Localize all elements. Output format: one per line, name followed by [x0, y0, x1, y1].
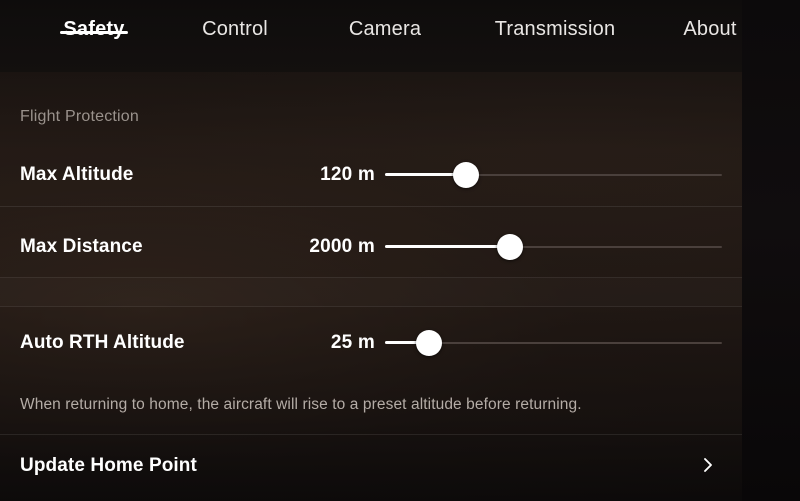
setting-row-auto-rth-altitude: Auto RTH Altitude 25 m — [0, 307, 742, 379]
auto-rth-altitude-description: When returning to home, the aircraft wil… — [20, 396, 582, 413]
tab-list: Safety Control Camera Transmission About — [0, 0, 770, 72]
slider-fill — [385, 245, 510, 248]
setting-value-max-distance: 2000 m — [309, 236, 375, 257]
slider-thumb-max-distance[interactable] — [496, 234, 523, 260]
drone-settings-screen: Safety Control Camera Transmission About — [0, 0, 800, 501]
feed-right-margin — [742, 0, 800, 501]
tab-camera[interactable]: Camera — [310, 0, 460, 41]
update-home-point-label: Update Home Point — [20, 455, 197, 476]
tab-transmission-label: Transmission — [494, 18, 616, 40]
setting-label-max-altitude: Max Altitude — [20, 164, 134, 185]
section-title-flight-protection: Flight Protection — [20, 108, 140, 125]
setting-label-auto-rth-altitude: Auto RTH Altitude — [20, 332, 185, 353]
tab-safety-label: Safety — [63, 18, 125, 40]
setting-label-max-distance: Max Distance — [20, 236, 143, 257]
tab-control[interactable]: Control — [160, 0, 310, 41]
tab-safety[interactable]: Safety — [28, 0, 160, 41]
setting-value-max-altitude: 120 m — [320, 164, 375, 185]
slider-thumb-max-altitude[interactable] — [452, 162, 479, 188]
setting-row-max-altitude: Max Altitude 120 m — [0, 139, 742, 211]
chevron-right-icon — [700, 457, 716, 473]
tab-active-indicator — [60, 31, 128, 34]
setting-row-max-distance: Max Distance 2000 m — [0, 211, 742, 283]
slider-max-distance[interactable] — [385, 232, 722, 262]
tab-about-label: About — [683, 18, 737, 40]
row-update-home-point[interactable]: Update Home Point — [0, 435, 742, 501]
tab-control-label: Control — [202, 18, 268, 40]
tab-bar: Safety Control Camera Transmission About — [0, 0, 742, 72]
setting-value-auto-rth-altitude: 25 m — [330, 332, 375, 353]
settings-panel: Safety Control Camera Transmission About — [0, 0, 742, 501]
tab-about[interactable]: About — [650, 0, 770, 41]
slider-auto-rth-altitude[interactable] — [385, 328, 722, 358]
settings-content: Flight Protection Max Altitude 120 m Max… — [0, 72, 742, 501]
tab-transmission[interactable]: Transmission — [460, 0, 650, 41]
row-divider — [0, 206, 742, 207]
slider-thumb-auto-rth-altitude[interactable] — [415, 330, 442, 356]
slider-max-altitude[interactable] — [385, 160, 722, 190]
tab-camera-label: Camera — [348, 18, 422, 40]
